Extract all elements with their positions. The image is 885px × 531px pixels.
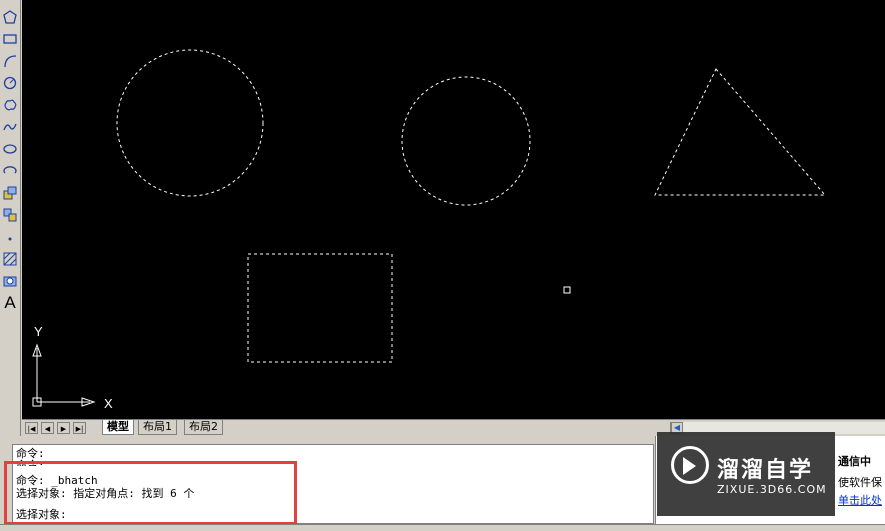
comm-status-text: 通信中	[838, 455, 871, 468]
ellipse-arc-icon[interactable]	[1, 162, 19, 180]
multiline-text-icon[interactable]: A	[1, 293, 19, 312]
point-icon[interactable]	[1, 228, 19, 246]
hatch-icon[interactable]	[1, 250, 19, 268]
watermark-logo: 溜溜自学 ZIXUE.3D66.COM	[657, 432, 835, 516]
region-icon[interactable]	[1, 272, 19, 290]
tab-model[interactable]: 模型	[102, 420, 134, 435]
dashed-circle-medium[interactable]	[401, 76, 531, 206]
last-tab-button[interactable]: ▶|	[73, 422, 86, 434]
insert-block-icon[interactable]	[1, 184, 19, 202]
revision-cloud-icon[interactable]	[1, 96, 19, 114]
tab-layout1[interactable]: 布局1	[138, 420, 177, 435]
tab-layout2[interactable]: 布局2	[184, 420, 223, 435]
prev-tab-button[interactable]: ◀	[41, 422, 54, 434]
red-highlight-box	[4, 461, 297, 525]
comm-info-text: 使软件保	[838, 476, 882, 489]
next-tab-button[interactable]: ▶	[57, 422, 70, 434]
circle-icon[interactable]	[1, 74, 19, 92]
play-triangle-icon	[683, 457, 696, 475]
drawing-canvas[interactable]: Y X	[22, 0, 885, 420]
drawing-svg: Y X	[32, 49, 827, 411]
dashed-rectangle[interactable]	[247, 253, 393, 363]
dashed-triangle[interactable]	[654, 68, 827, 196]
ucs-x-label: X	[104, 396, 113, 411]
ucs-y-label: Y	[34, 324, 43, 339]
watermark-url: ZIXUE.3D66.COM	[717, 483, 827, 496]
arc-icon[interactable]	[1, 52, 19, 70]
watermark-title: 溜溜自学	[717, 458, 814, 483]
ellipse-icon[interactable]	[1, 140, 19, 158]
first-tab-button[interactable]: |◀	[25, 422, 38, 434]
ucs-icon: Y X	[32, 324, 113, 411]
polygon-icon[interactable]	[1, 8, 19, 26]
draw-toolbar: A	[0, 0, 21, 440]
pickbox-cursor	[563, 286, 571, 294]
make-block-icon[interactable]	[1, 206, 19, 224]
spline-icon[interactable]	[1, 118, 19, 136]
rectangle-icon[interactable]	[1, 30, 19, 48]
comm-link[interactable]: 单击此处	[838, 492, 882, 508]
dashed-circle-large[interactable]	[116, 49, 264, 197]
